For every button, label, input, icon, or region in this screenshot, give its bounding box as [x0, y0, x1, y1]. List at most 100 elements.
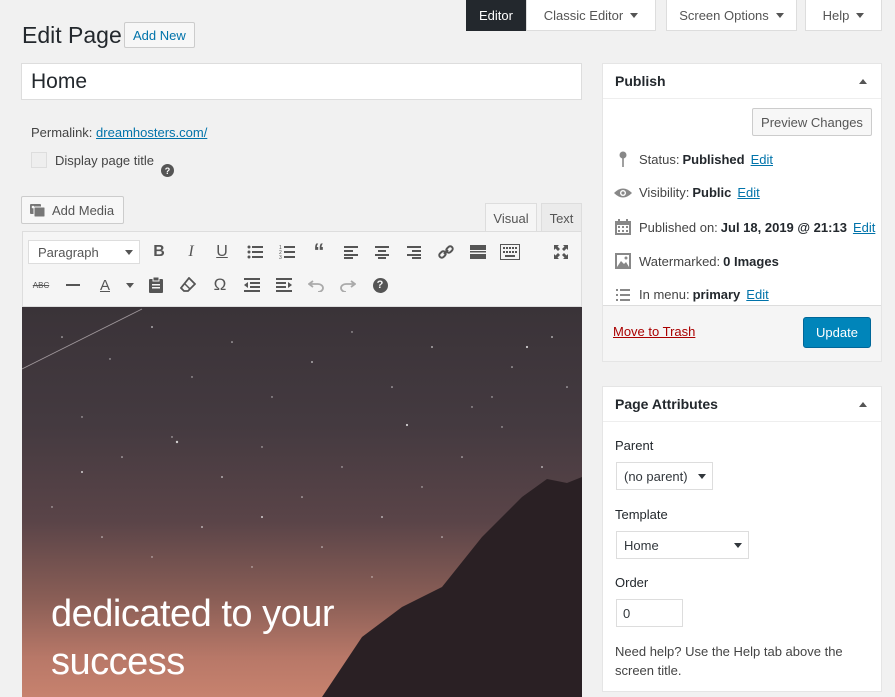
help-text: Need help? Use the Help tab above the sc…	[615, 644, 843, 678]
outdent-icon[interactable]	[241, 274, 263, 296]
paste-text-icon[interactable]	[145, 274, 167, 296]
image-icon	[613, 253, 633, 269]
align-right-icon[interactable]	[403, 241, 425, 263]
chevron-down-icon	[698, 474, 706, 479]
order-label: Order	[615, 575, 649, 590]
chevron-down-icon	[856, 12, 865, 18]
watermarked-value: 0 Images	[723, 253, 779, 269]
underline-icon[interactable]: U	[211, 241, 233, 263]
screen-meta-tabs: Editor Classic Editor Screen Options Hel…	[466, 0, 895, 31]
align-left-icon[interactable]	[340, 241, 362, 263]
chevron-down-icon	[734, 543, 742, 548]
hero-heading-line: success	[51, 641, 185, 683]
horizontal-line-icon[interactable]	[62, 274, 84, 296]
help-button[interactable]: Help	[805, 0, 882, 31]
indent-icon[interactable]	[273, 274, 295, 296]
status-label: Status:	[639, 151, 680, 167]
watermarked-row: Watermarked: 0 Images	[613, 253, 782, 269]
tab-classic-editor[interactable]: Classic Editor	[526, 0, 656, 31]
undo-icon[interactable]	[305, 274, 327, 296]
publish-panel-title: Publish	[615, 73, 666, 89]
question-icon[interactable]: ?	[161, 164, 174, 177]
tab-text[interactable]: Text	[541, 203, 582, 232]
template-label: Template	[615, 507, 668, 522]
visibility-value: Public	[692, 185, 732, 200]
strikethrough-icon[interactable]: ABC	[30, 274, 52, 296]
page-title: Edit Page	[22, 22, 122, 48]
pin-icon	[613, 151, 633, 167]
published-on-label: Published on:	[639, 219, 718, 235]
bullet-list-icon[interactable]	[244, 241, 266, 263]
in-menu-label: In menu:	[639, 287, 690, 302]
align-center-icon[interactable]	[371, 241, 393, 263]
media-icon	[30, 204, 46, 217]
bold-icon[interactable]: B	[148, 241, 170, 263]
parent-label: Parent	[615, 438, 654, 453]
page-attributes-header[interactable]: Page Attributes	[603, 387, 881, 422]
special-character-icon[interactable]: Ω	[209, 274, 231, 296]
add-new-button[interactable]: Add New	[124, 22, 195, 48]
page-attributes-title: Page Attributes	[615, 396, 718, 412]
hero-heading-line: dedicated to your	[51, 593, 335, 635]
permalink-link[interactable]: dreamhosters.com/	[96, 125, 207, 140]
display-page-title-checkbox[interactable]	[31, 152, 47, 168]
edit-date-link[interactable]: Edit	[853, 220, 875, 235]
italic-icon[interactable]: I	[180, 241, 202, 263]
add-media-button[interactable]: Add Media	[21, 196, 125, 224]
screen-options-button[interactable]: Screen Options	[666, 0, 797, 31]
order-input[interactable]: 0	[616, 599, 683, 627]
editor-toolbar: Paragraph B I U 123 “ ABC A Ω ?	[22, 231, 582, 307]
preview-changes-button[interactable]: Preview Changes	[752, 108, 872, 136]
clear-formatting-icon[interactable]	[177, 274, 199, 296]
display-page-title-option: Display page title	[31, 152, 154, 168]
update-button[interactable]: Update	[803, 317, 871, 348]
visibility-row: Visibility: Public Edit	[613, 185, 760, 200]
template-select[interactable]: Home	[616, 531, 749, 559]
template-select-value: Home	[624, 537, 659, 553]
parent-select-value: (no parent)	[624, 468, 688, 484]
chevron-down-icon	[630, 12, 639, 18]
publish-actions: Move to Trash Update	[603, 305, 881, 361]
published-on-row: Published on: Jul 18, 2019 @ 21:13 Edit	[613, 219, 875, 235]
fullscreen-icon[interactable]	[550, 241, 572, 263]
text-color-caret-icon[interactable]	[119, 274, 141, 296]
published-on-value: Jul 18, 2019 @ 21:13	[720, 219, 847, 235]
redo-icon[interactable]	[337, 274, 359, 296]
numbered-list-icon[interactable]: 123	[276, 241, 298, 263]
blockquote-icon[interactable]: “	[308, 239, 330, 264]
tab-visual[interactable]: Visual	[485, 203, 537, 232]
in-menu-row: In menu: primary Edit	[613, 287, 769, 302]
format-select[interactable]: Paragraph	[28, 240, 140, 264]
format-select-value: Paragraph	[38, 244, 99, 260]
edit-menu-link[interactable]: Edit	[746, 287, 768, 302]
collapse-arrow-icon[interactable]	[859, 402, 867, 407]
parent-select[interactable]: (no parent)	[616, 462, 713, 490]
link-icon[interactable]	[435, 241, 457, 263]
eye-icon	[613, 187, 633, 199]
collapse-arrow-icon[interactable]	[859, 79, 867, 84]
edit-status-link[interactable]: Edit	[751, 152, 773, 167]
tab-editor-label: Editor	[479, 7, 513, 23]
toolbar-toggle-icon[interactable]	[499, 241, 521, 263]
visibility-label: Visibility:	[639, 185, 690, 200]
text-color-icon[interactable]: A	[94, 274, 116, 296]
permalink: Permalink: dreamhosters.com/	[31, 125, 207, 140]
calendar-icon	[613, 219, 633, 235]
help-label: Help	[822, 7, 850, 23]
publish-panel: Publish Preview Changes Status: Publishe…	[602, 63, 882, 362]
in-menu-value: primary	[692, 287, 741, 302]
svg-text:3: 3	[279, 255, 282, 259]
tab-classic-editor-label: Classic Editor	[543, 7, 624, 23]
move-to-trash-link[interactable]: Move to Trash	[613, 324, 695, 339]
page-attributes-panel: Page Attributes Parent (no parent) Templ…	[602, 386, 882, 692]
watermarked-label: Watermarked:	[639, 253, 721, 269]
tab-editor[interactable]: Editor	[466, 0, 526, 31]
permalink-label: Permalink:	[31, 125, 93, 140]
publish-panel-header[interactable]: Publish	[603, 64, 881, 99]
read-more-icon[interactable]	[467, 241, 489, 263]
edit-visibility-link[interactable]: Edit	[737, 185, 759, 200]
keyboard-shortcuts-icon[interactable]: ?	[369, 274, 391, 296]
display-page-title-label: Display page title	[55, 152, 154, 168]
post-title-input[interactable]: Home	[21, 63, 582, 100]
status-row: Status: Published Edit	[613, 151, 773, 167]
